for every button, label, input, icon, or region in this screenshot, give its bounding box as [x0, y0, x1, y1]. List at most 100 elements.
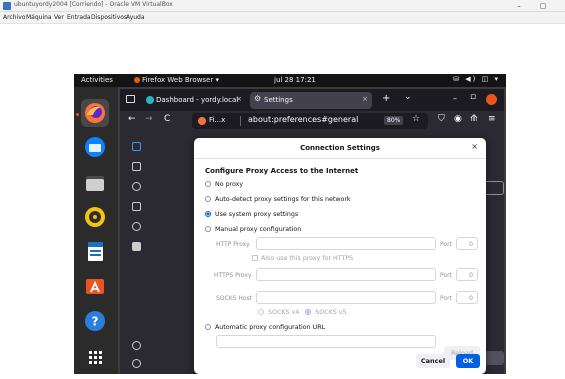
extensions-themes-icon[interactable] — [132, 341, 141, 350]
url-text[interactable]: about:preferences#general — [248, 115, 358, 124]
list-all-tabs-button[interactable]: ⌄ — [404, 92, 412, 102]
guest-screen: Activities Firefox Web Browser ▾ jul 28 … — [74, 74, 506, 374]
menu-maquina[interactable]: Máquina — [26, 14, 52, 21]
show-applications-button[interactable] — [81, 343, 109, 371]
radio-no-proxy[interactable] — [205, 181, 211, 187]
radio-socks-v5[interactable] — [305, 309, 312, 315]
firefox-identity-icon — [198, 117, 206, 125]
dialog-title: Connection Settings — [300, 144, 380, 152]
dock-software[interactable] — [81, 271, 109, 299]
https-port-label: Port — [440, 272, 452, 279]
firefox-view-icon[interactable] — [126, 95, 135, 103]
window-maximize-button[interactable]: ▫ — [470, 92, 476, 102]
tab-bar: Dashboard - yordy.local × ⚙ Settings × +… — [120, 89, 504, 111]
cancel-button[interactable]: Cancel — [416, 354, 450, 368]
socks-v4-label: SOCKS v4 — [268, 309, 300, 316]
firefox-window: Dashboard - yordy.local × ⚙ Settings × +… — [120, 89, 504, 374]
virtualbox-titlebar: ubuntuyordy2004 [Corriendo] - Oracle VM … — [0, 0, 565, 12]
tab-dashboard-label: Dashboard - yordy.local — [156, 96, 239, 104]
window-close-button[interactable] — [486, 94, 497, 105]
radio-auto-detect[interactable] — [205, 196, 211, 202]
home-settings-icon[interactable] — [132, 162, 141, 171]
ok-button[interactable]: OK — [456, 354, 480, 368]
auto-config-url-input[interactable] — [216, 335, 436, 348]
host-maximize-button[interactable]: ▢ — [536, 0, 550, 12]
pocket-icon[interactable]: ⛉ — [438, 114, 445, 124]
forward-button[interactable]: → — [145, 114, 153, 124]
option-auto-config-url[interactable]: Automatic proxy configuration URL — [205, 324, 325, 331]
http-port-label: Port — [440, 241, 452, 248]
rhythmbox-icon — [85, 207, 105, 227]
firefox-small-icon — [134, 77, 140, 83]
help-icon: ? — [85, 311, 105, 331]
also-https-checkbox[interactable] — [252, 255, 258, 261]
radio-system-proxy[interactable] — [205, 211, 211, 217]
extensions-icon[interactable]: ⟰ — [470, 114, 478, 124]
option-manual-proxy-label: Manual proxy configuration — [215, 226, 302, 233]
menu-ver[interactable]: Ver — [54, 14, 64, 21]
back-button[interactable]: ← — [128, 114, 136, 124]
dialog-close-button[interactable]: × — [471, 142, 478, 151]
zoom-indicator[interactable]: 80% — [384, 116, 404, 125]
more-from-mozilla-icon[interactable] — [132, 242, 141, 251]
socks-v5-label: SOCKS v5 — [315, 309, 347, 316]
privacy-lock-icon[interactable] — [132, 202, 141, 211]
dock-firefox[interactable] — [81, 99, 109, 127]
option-system-proxy[interactable]: Use system proxy settings — [205, 211, 298, 218]
option-manual-proxy[interactable]: Manual proxy configuration — [205, 226, 301, 233]
socks-host-input[interactable] — [256, 291, 436, 304]
http-proxy-input[interactable] — [256, 237, 436, 250]
tab-dashboard[interactable]: Dashboard - yordy.local × — [142, 92, 246, 109]
host-minimize-button[interactable]: – — [512, 0, 526, 12]
clock[interactable]: jul 28 17:21 — [274, 76, 316, 84]
https-port-input[interactable]: 0 — [456, 268, 478, 281]
dock-files[interactable] — [81, 169, 109, 197]
virtualbox-window-title: ubuntuyordy2004 [Corriendo] - Oracle VM … — [14, 1, 173, 8]
settings-gear-icon: ⚙ — [254, 94, 262, 103]
option-auto-detect[interactable]: Auto-detect proxy settings for this netw… — [205, 196, 351, 203]
menu-ayuda[interactable]: Ayuda — [126, 14, 145, 21]
dock-thunderbird[interactable] — [81, 133, 109, 161]
activities-button[interactable]: Activities — [81, 76, 113, 84]
option-no-proxy[interactable]: No proxy — [205, 181, 243, 188]
url-bar[interactable]: Fi...x about:preferences#general 80% ☆ — [192, 113, 428, 129]
tab-settings[interactable]: ⚙ Settings × — [250, 92, 372, 109]
radio-auto-config-url[interactable] — [205, 324, 211, 330]
account-icon[interactable]: ◉ — [454, 114, 462, 124]
radio-manual-proxy[interactable] — [205, 226, 211, 232]
virtualbox-menubar: Archivo Máquina Ver Entrada Dispositivos… — [0, 12, 565, 24]
app-menu[interactable]: Firefox Web Browser ▾ — [134, 76, 219, 84]
https-proxy-input[interactable] — [256, 268, 436, 281]
identity-divider — [240, 116, 241, 126]
radio-socks-v4[interactable] — [258, 309, 264, 315]
support-icon[interactable] — [132, 359, 141, 368]
dock-help[interactable]: ? — [81, 307, 109, 335]
bookmark-star-icon[interactable]: ☆ — [412, 114, 420, 124]
menu-archivo[interactable]: Archivo — [3, 14, 25, 21]
dock-writer[interactable] — [81, 237, 109, 265]
sync-settings-icon[interactable] — [132, 222, 141, 231]
ubuntu-dock: ? — [74, 87, 118, 374]
tab-settings-close[interactable]: × — [362, 95, 368, 103]
navigation-toolbar: ← → C Fi...x about:preferences#general 8… — [120, 111, 504, 131]
dock-rhythmbox[interactable] — [81, 203, 109, 231]
files-icon — [86, 176, 104, 191]
menu-dispositivos[interactable]: Dispositivos — [91, 14, 127, 21]
also-https-label: Also use this proxy for HTTPS — [261, 255, 354, 262]
new-tab-button[interactable]: + — [382, 93, 390, 104]
http-port-input[interactable]: 0 — [456, 237, 478, 250]
also-https-checkbox-row[interactable]: Also use this proxy for HTTPS — [252, 255, 353, 262]
socks-port-input[interactable]: 0 — [456, 291, 478, 304]
window-minimize-button[interactable]: – — [453, 94, 457, 103]
tab-dashboard-close[interactable]: × — [236, 95, 242, 103]
running-indicator — [76, 113, 79, 116]
socks-version-row: SOCKS v4 SOCKS v5 — [258, 309, 346, 316]
menu-entrada[interactable]: Entrada — [67, 14, 91, 21]
general-settings-icon[interactable] — [132, 142, 141, 151]
option-no-proxy-label: No proxy — [215, 181, 244, 188]
search-settings-icon[interactable] — [132, 182, 141, 191]
reload-button[interactable]: C — [164, 114, 170, 124]
app-menu-icon[interactable]: ≡ — [488, 114, 496, 124]
system-tray[interactable]: ⛁ ◀) ◫ ▾ — [453, 75, 500, 83]
proxy-heading: Configure Proxy Access to the Internet — [205, 167, 359, 175]
